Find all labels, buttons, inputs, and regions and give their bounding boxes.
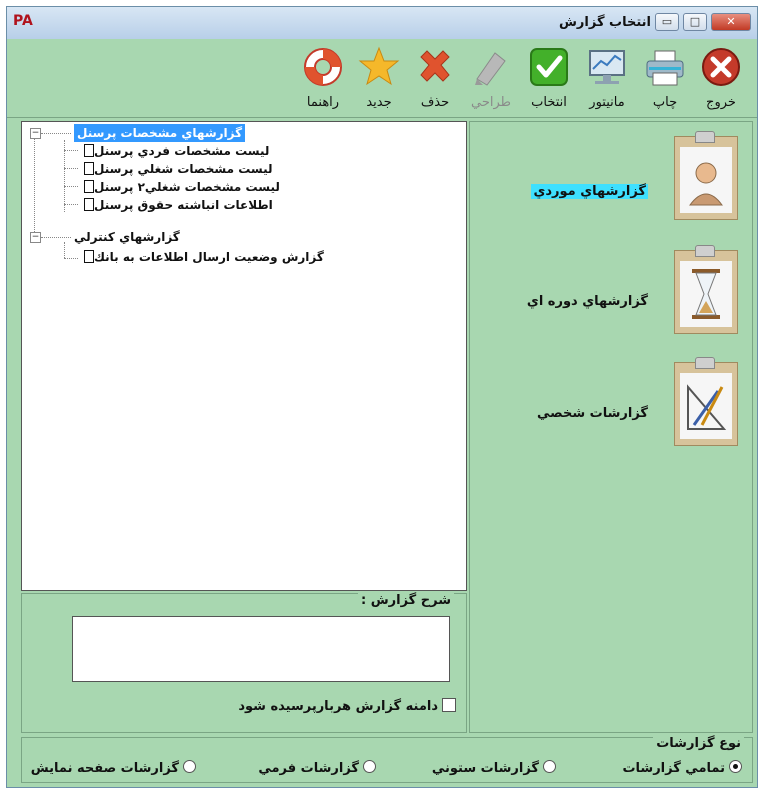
radio-all-reports[interactable]: تمامي گزارشات — [622, 760, 742, 776]
design-icon — [469, 45, 513, 89]
tree-line — [64, 258, 78, 259]
maximize-button[interactable]: □ — [683, 13, 707, 31]
tree-item[interactable]: ليست مشخصات شغلي پرسنل — [80, 160, 273, 178]
monitor-icon — [585, 45, 629, 89]
window-title: انتخاب گزارش — [558, 15, 651, 30]
tree-item-label: ليست مشخصات شغلي پرسنل — [94, 162, 273, 176]
tree-item[interactable]: ليست مشخصات شغلي۲ پرسنل — [80, 178, 280, 196]
tree-line — [64, 242, 65, 258]
help-label: راهنما — [306, 95, 340, 110]
tree-group-control[interactable]: گزارشهاي كنترلي — [74, 228, 180, 246]
help-button[interactable]: راهنما — [297, 45, 349, 113]
category-periodic-reports[interactable]: گزارشهاي دوره اي — [468, 245, 738, 340]
title-bar: PA انتخاب گزارش ▭ □ ✕ — [7, 7, 757, 40]
person-clipboard-icon — [674, 131, 738, 220]
tree-line — [64, 186, 78, 187]
radio-dot[interactable] — [363, 760, 376, 773]
radio-columnar-reports[interactable]: گزارشات ستوني — [432, 760, 556, 776]
checkbox-box[interactable] — [442, 698, 456, 712]
delete-icon — [413, 45, 457, 89]
tree-line — [34, 136, 35, 236]
tree-line — [41, 133, 71, 134]
radio-dot[interactable] — [183, 760, 196, 773]
report-icon — [84, 180, 94, 193]
checkbox-label: دامنه گزارش هربارپرسيده شود — [238, 699, 438, 714]
radio-form-reports[interactable]: گزارشات فرمي — [258, 760, 376, 776]
exit-label: خروج — [706, 95, 736, 110]
tree-item[interactable]: اطلاعات انباشته حقوق پرسنل — [80, 196, 273, 214]
drafting-clipboard-icon — [674, 357, 738, 446]
tree-item-label: ليست مشخصات شغلي۲ پرسنل — [94, 180, 280, 194]
report-type-group: نوع گزارشات تمامي گزارشات گزارشات ستوني … — [21, 736, 753, 783]
delete-button[interactable]: حذف — [409, 45, 461, 113]
radio-label: گزارشات فرمي — [258, 761, 359, 776]
report-type-title: نوع گزارشات — [653, 736, 744, 751]
radio-dot[interactable] — [543, 760, 556, 773]
description-group: شرح گزارش : دامنه گزارش هربارپرسيده شود — [21, 593, 467, 733]
printer-icon — [643, 45, 687, 89]
report-icon — [84, 198, 94, 211]
collapse-toggle[interactable]: − — [30, 232, 41, 243]
category-personal-reports[interactable]: گزارشات شخصي — [468, 357, 738, 452]
tree-item-label: ليست مشخصات فردي پرسنل — [94, 144, 270, 158]
report-icon — [84, 250, 94, 263]
design-button[interactable]: طراحي — [465, 45, 517, 113]
minimize-button[interactable]: ▭ — [655, 13, 679, 31]
monitor-button[interactable]: مانیتور — [581, 45, 633, 113]
description-text[interactable] — [72, 616, 450, 682]
tree-line — [64, 204, 78, 205]
category-case-reports[interactable]: گزارشهاي موردي — [468, 131, 738, 226]
radio-label: گزارشات صفحه نمايش — [30, 761, 179, 776]
tree-line — [64, 150, 78, 151]
tree-line — [41, 237, 71, 238]
select-button[interactable]: انتخاب — [523, 45, 575, 113]
tree-item[interactable]: گزارش وضعيت ارسال اطلاعات به بانك — [80, 248, 324, 266]
collapse-toggle[interactable]: − — [30, 128, 41, 139]
radio-label: گزارشات ستوني — [431, 761, 539, 776]
report-icon — [84, 162, 94, 175]
tree-item-label: اطلاعات انباشته حقوق پرسنل — [94, 198, 273, 212]
star-icon — [357, 45, 401, 89]
report-icon — [84, 144, 94, 157]
category-label: گزارشهاي دوره اي — [526, 294, 648, 309]
tree-group-personnel[interactable]: گزارشهاي مشخصات پرسنل — [74, 124, 246, 142]
exit-icon — [699, 45, 743, 89]
radio-dot[interactable] — [729, 760, 742, 773]
radio-screen-reports[interactable]: گزارشات صفحه نمايش — [31, 760, 196, 776]
ask-range-checkbox[interactable]: دامنه گزارش هربارپرسيده شود — [238, 698, 456, 714]
tree-line — [64, 168, 78, 169]
design-label: طراحي — [470, 95, 511, 110]
lifebuoy-icon — [301, 45, 345, 89]
tree-item[interactable]: ليست مشخصات فردي پرسنل — [80, 142, 269, 160]
print-label: چاپ — [652, 95, 678, 110]
category-label: گزارشهاي موردي — [531, 184, 648, 199]
tree-item-label: گزارش وضعيت ارسال اطلاعات به بانك — [94, 250, 324, 264]
toolbar: خروج چاپ مانیتور انتخاب طراحي حذف جديد ر… — [7, 39, 757, 118]
report-tree[interactable]: − گزارشهاي مشخصات پرسنل ليست مشخصات فردي… — [21, 121, 467, 591]
category-panel: گزارشهاي موردي گزارشهاي دوره اي گزارشات … — [469, 121, 753, 733]
app-logo: PA — [13, 13, 33, 29]
select-label: انتخاب — [531, 95, 567, 110]
print-button[interactable]: چاپ — [639, 45, 691, 113]
check-icon — [527, 45, 571, 89]
report-selection-window: PA انتخاب گزارش ▭ □ ✕ خروج چاپ مانیتور ا… — [6, 6, 758, 788]
new-button[interactable]: جديد — [353, 45, 405, 113]
category-label: گزارشات شخصي — [537, 406, 648, 421]
new-label: جديد — [366, 95, 392, 110]
description-title: شرح گزارش : — [357, 593, 454, 608]
exit-button[interactable]: خروج — [695, 45, 747, 113]
delete-label: حذف — [420, 95, 450, 110]
radio-label: تمامي گزارشات — [622, 761, 725, 776]
close-button[interactable]: ✕ — [711, 13, 751, 31]
monitor-label: مانیتور — [589, 95, 625, 110]
hourglass-clipboard-icon — [674, 245, 738, 334]
